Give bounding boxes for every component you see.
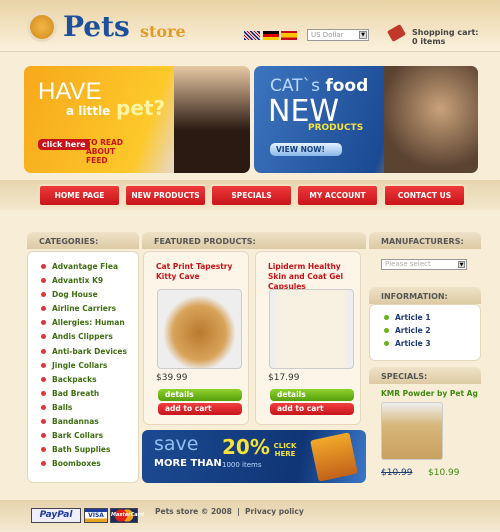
category-item[interactable]: Bandannas bbox=[28, 417, 138, 431]
view-now-button[interactable]: VIEW NOW! bbox=[270, 143, 342, 156]
nav-home-page[interactable]: HOME PAGE bbox=[38, 184, 121, 207]
paypal-logo: PayPal bbox=[31, 508, 81, 523]
banner-heading: HAVE bbox=[38, 78, 102, 105]
information-heading: INFORMATION: bbox=[369, 287, 481, 304]
promo-click-here[interactable]: CLICK HERE bbox=[270, 442, 300, 458]
article-link[interactable]: Article 1 bbox=[382, 313, 480, 326]
manufacturers-select[interactable]: Please select ▼ bbox=[381, 259, 467, 270]
nav-new-products[interactable]: NEW PRODUCTS bbox=[124, 184, 207, 207]
category-item[interactable]: Balls bbox=[28, 403, 138, 417]
special-product-image[interactable] bbox=[381, 402, 443, 460]
promo-more-than: MORE THAN bbox=[154, 458, 222, 469]
product-title[interactable]: Cat Print Tapestry Kitty Cave bbox=[156, 262, 248, 282]
product-image[interactable] bbox=[157, 289, 242, 369]
promo-save: save bbox=[154, 433, 199, 455]
footer-separator: | bbox=[237, 507, 240, 516]
currency-value: US Dollar bbox=[311, 31, 344, 39]
specials-heading: SPECIALS: bbox=[369, 367, 481, 384]
product-price: $39.99 bbox=[156, 373, 188, 383]
featured-heading: FEATURED PRODUCTS: bbox=[142, 232, 366, 249]
add-to-cart-button[interactable]: add to cart bbox=[270, 403, 354, 415]
category-item[interactable]: Advantage Flea bbox=[28, 262, 138, 276]
banner-heading-food: food bbox=[325, 76, 369, 96]
details-button[interactable]: details bbox=[270, 389, 354, 401]
click-here-button[interactable]: click here bbox=[38, 139, 90, 150]
product-price: $17.99 bbox=[268, 373, 300, 383]
special-old-price: $10.99 bbox=[381, 468, 413, 478]
details-button[interactable]: details bbox=[158, 389, 242, 401]
footer-links: Pets store © 2008 | Privacy policy bbox=[155, 507, 304, 516]
promo-items: 1000 items bbox=[222, 461, 262, 469]
banner-heading: CAT`s bbox=[270, 76, 320, 96]
nav-contact-us[interactable]: CONTACT US bbox=[383, 184, 466, 207]
category-item[interactable]: Bad Breath bbox=[28, 389, 138, 403]
article-link[interactable]: Article 3 bbox=[382, 339, 480, 352]
special-product-title[interactable]: KMR Powder by Pet Ag bbox=[381, 389, 478, 398]
information-list: Article 1 Article 2 Article 3 bbox=[369, 304, 481, 361]
manufacturers-heading: MANUFACTURERS: bbox=[369, 232, 481, 249]
article-link[interactable]: Article 2 bbox=[382, 326, 480, 339]
chevron-down-icon: ▼ bbox=[458, 261, 465, 268]
banner-little-pet[interactable]: HAVE a little pet? click here TO READ AB… bbox=[24, 66, 250, 173]
category-item[interactable]: Anti-bark Devices bbox=[28, 347, 138, 361]
category-item[interactable]: Boomboxes bbox=[28, 459, 138, 473]
cart-count: 0 items bbox=[412, 37, 446, 46]
select-placeholder: Please select bbox=[385, 260, 431, 268]
flag-de-icon[interactable] bbox=[263, 31, 279, 40]
banner-text-pet: pet? bbox=[116, 96, 166, 120]
mastercard-logo: MasterCard bbox=[110, 508, 144, 523]
currency-select[interactable]: US Dollar ▼ bbox=[307, 29, 369, 41]
product-card: Cat Print Tapestry Kitty Cave $39.99 det… bbox=[143, 251, 249, 425]
copyright-text: Pets store © 2008 bbox=[155, 507, 232, 516]
special-new-price: $10.99 bbox=[428, 468, 460, 478]
category-item[interactable]: Dog House bbox=[28, 290, 138, 304]
categories-heading: CATEGORIES: bbox=[27, 232, 139, 249]
product-card: Lipiderm Healthy Skin and Coat Gel Capsu… bbox=[255, 251, 361, 425]
promo-percent: 20% bbox=[222, 435, 270, 459]
category-item[interactable]: Bark Collars bbox=[28, 431, 138, 445]
flag-uk-icon[interactable] bbox=[244, 31, 260, 40]
banner-text: a little bbox=[66, 104, 111, 118]
category-item[interactable]: Allergies: Human bbox=[28, 318, 138, 332]
gift-box-icon bbox=[310, 432, 358, 482]
chevron-down-icon: ▼ bbox=[359, 31, 367, 39]
woman-with-dog-image bbox=[174, 66, 250, 173]
banner-cats-food[interactable]: CAT`s food NEW PRODUCTS VIEW NOW! bbox=[254, 66, 478, 173]
categories-list: Advantage Flea Advantix K9 Dog House Air… bbox=[27, 251, 139, 483]
shopping-cart[interactable]: Shopping cart: 0 items bbox=[412, 28, 478, 46]
product-image[interactable] bbox=[269, 289, 354, 369]
category-item[interactable]: Advantix K9 bbox=[28, 276, 138, 290]
banner-products: PRODUCTS bbox=[308, 123, 364, 133]
add-to-cart-button[interactable]: add to cart bbox=[158, 403, 242, 415]
banner-caption: TO READ ABOUT FEED bbox=[86, 138, 124, 165]
paw-logo-icon[interactable] bbox=[27, 12, 57, 42]
flag-es-icon[interactable] bbox=[281, 31, 297, 40]
category-item[interactable]: Backpacks bbox=[28, 375, 138, 389]
privacy-policy-link[interactable]: Privacy policy bbox=[245, 507, 304, 516]
visa-logo: VISA bbox=[84, 508, 108, 523]
category-item[interactable]: Airline Carriers bbox=[28, 304, 138, 318]
product-title[interactable]: Lipiderm Healthy Skin and Coat Gel Capsu… bbox=[268, 262, 360, 292]
nav-my-account[interactable]: MY ACCOUNT bbox=[296, 184, 379, 207]
logo-subtext[interactable]: store bbox=[140, 22, 186, 41]
cart-label: Shopping cart: bbox=[412, 28, 479, 37]
category-item[interactable]: Jingle Collars bbox=[28, 361, 138, 375]
nav-specials[interactable]: SPECIALS bbox=[210, 184, 293, 207]
logo-text[interactable]: Pets bbox=[63, 10, 130, 43]
cat-image bbox=[384, 66, 478, 173]
category-item[interactable]: Andis Clippers bbox=[28, 332, 138, 346]
save-promo-banner[interactable]: save MORE THAN 20% 1000 items CLICK HERE bbox=[142, 430, 366, 483]
category-item[interactable]: Bath Supplies bbox=[28, 445, 138, 459]
